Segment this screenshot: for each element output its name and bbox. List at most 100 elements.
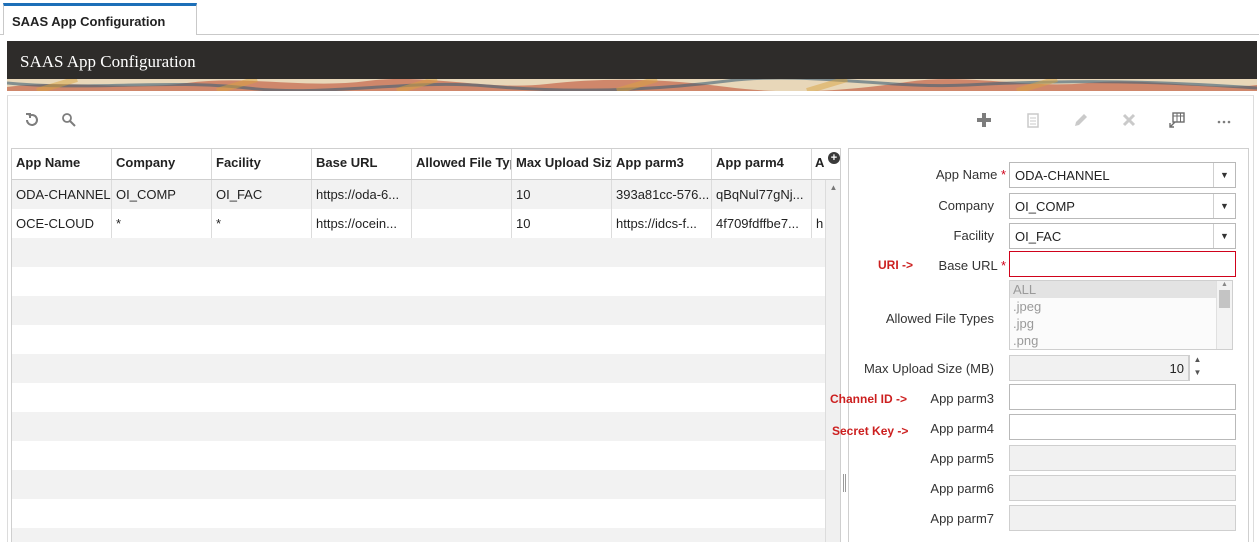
- app-parm3-input[interactable]: [1009, 384, 1236, 410]
- list-option[interactable]: .jpeg: [1010, 298, 1232, 315]
- required-marker: *: [1000, 167, 1006, 182]
- cell-allowed-file-types: [412, 180, 512, 209]
- empty-row: [12, 412, 825, 441]
- app-parm7-input[interactable]: [1009, 505, 1236, 531]
- empty-row: [12, 499, 825, 528]
- empty-row: [12, 267, 825, 296]
- add-column-icon[interactable]: +: [828, 152, 840, 164]
- cell-base-url: https://oda-6...: [312, 180, 412, 209]
- chevron-down-icon[interactable]: ▼: [1213, 194, 1235, 218]
- stepper-up-icon[interactable]: ▲: [1189, 355, 1205, 368]
- refresh-icon: [26, 113, 38, 126]
- stepper-down-icon[interactable]: ▼: [1189, 368, 1205, 381]
- chevron-down-icon[interactable]: ▼: [1213, 163, 1235, 187]
- facility-select[interactable]: OI_FAC ▼: [1009, 223, 1236, 249]
- tab-saas-app-configuration[interactable]: SAAS App Configuration: [3, 3, 197, 35]
- listbox-scrollbar[interactable]: ▲: [1216, 281, 1232, 349]
- secret-key-annotation: Secret Key ->: [832, 424, 909, 438]
- list-option[interactable]: .png: [1010, 332, 1232, 349]
- grid-vertical-scrollbar[interactable]: ▲: [825, 180, 840, 542]
- refresh-button[interactable]: [20, 108, 44, 132]
- cell-facility: *: [212, 209, 312, 238]
- cell-app-name: OCE-CLOUD: [12, 209, 112, 238]
- company-label: Company: [938, 198, 994, 213]
- allowed-file-types-listbox[interactable]: ALL .jpeg .jpg .png ▲: [1009, 280, 1233, 350]
- cell-app-parm4: 4f709fdffbe7...: [712, 209, 812, 238]
- cell-allowed-file-types: [412, 209, 512, 238]
- export-icon: [1169, 112, 1185, 128]
- base-url-label: Base URL *: [900, 258, 1006, 273]
- column-header-app-parm4[interactable]: App parm4: [712, 149, 812, 179]
- page-header-banner: SAAS App Configuration: [7, 41, 1257, 91]
- app-name-label: App Name *: [900, 167, 1006, 182]
- required-marker: *: [1000, 258, 1006, 273]
- app-parm6-label: App parm6: [930, 481, 994, 496]
- max-upload-size-label: Max Upload Size (MB): [863, 361, 994, 376]
- tab-strip: SAAS App Configuration: [0, 0, 1259, 35]
- base-url-label-text: Base URL: [938, 258, 998, 273]
- banner-decoration: [7, 79, 1257, 91]
- app-name-select[interactable]: ODA-CHANNEL ▼: [1009, 162, 1236, 188]
- cell-more: [812, 180, 825, 209]
- column-header-company[interactable]: Company: [112, 149, 212, 179]
- search-button[interactable]: [57, 108, 81, 132]
- copy-button[interactable]: [1021, 108, 1045, 132]
- cell-max-upload-size: 10: [512, 209, 612, 238]
- column-header-app-parm3[interactable]: App parm3: [612, 149, 712, 179]
- cell-app-parm4: qBqNul77gNj...: [712, 180, 812, 209]
- column-header-more[interactable]: A: [812, 149, 825, 179]
- scroll-thumb[interactable]: [1219, 290, 1230, 308]
- app-parm6-input[interactable]: [1009, 475, 1236, 501]
- more-options-button[interactable]: [1212, 108, 1236, 132]
- pane-splitter-handle[interactable]: [843, 474, 846, 492]
- cell-company: OI_COMP: [112, 180, 212, 209]
- chevron-down-icon[interactable]: ▼: [1213, 224, 1235, 248]
- empty-row: [12, 470, 825, 499]
- empty-row: [12, 238, 825, 267]
- more-icon: [1217, 120, 1231, 124]
- base-url-input[interactable]: [1009, 251, 1236, 277]
- max-upload-size-input[interactable]: 10: [1009, 355, 1189, 381]
- company-value: OI_COMP: [1015, 199, 1075, 214]
- data-grid: App Name Company Facility Base URL Allow…: [11, 148, 841, 542]
- company-select[interactable]: OI_COMP ▼: [1009, 193, 1236, 219]
- cell-more: h: [816, 216, 824, 231]
- table-row[interactable]: ODA-CHANNEL OI_COMP OI_FAC https://oda-6…: [12, 180, 825, 209]
- column-header-max-upload-size[interactable]: Max Upload Siz: [512, 149, 612, 179]
- app-parm5-label: App parm5: [930, 451, 994, 466]
- cell-app-parm3: 393a81cc-576...: [612, 180, 712, 209]
- cell-facility: OI_FAC: [212, 180, 312, 209]
- column-header-allowed-file-types[interactable]: Allowed File Typ: [412, 149, 512, 179]
- app-parm5-input[interactable]: [1009, 445, 1236, 471]
- list-option[interactable]: .jpg: [1010, 315, 1232, 332]
- cell-app-parm3: https://idcs-f...: [612, 209, 712, 238]
- app-parm4-label: App parm4: [930, 421, 994, 436]
- column-header-base-url[interactable]: Base URL: [312, 149, 412, 179]
- copy-icon: [1027, 113, 1039, 128]
- column-header-app-name[interactable]: App Name: [12, 149, 112, 179]
- app-parm4-input[interactable]: [1009, 414, 1236, 440]
- allowed-file-types-label: Allowed File Types: [885, 311, 994, 326]
- facility-value: OI_FAC: [1015, 229, 1062, 244]
- column-header-facility[interactable]: Facility: [212, 149, 312, 179]
- export-button[interactable]: [1165, 108, 1189, 132]
- app-name-label-text: App Name: [935, 167, 998, 182]
- add-button[interactable]: [972, 108, 996, 132]
- scroll-up-arrow-icon[interactable]: ▲: [1217, 281, 1232, 288]
- scroll-up-arrow-icon[interactable]: ▲: [826, 183, 840, 192]
- list-option[interactable]: ALL: [1010, 281, 1232, 298]
- empty-row: [12, 383, 825, 412]
- empty-row: [12, 296, 825, 325]
- app-parm7-label: App parm7: [930, 511, 994, 526]
- grid-header: App Name Company Facility Base URL Allow…: [12, 149, 840, 180]
- edit-button[interactable]: [1069, 108, 1093, 132]
- delete-button[interactable]: [1117, 108, 1141, 132]
- app-name-value: ODA-CHANNEL: [1015, 168, 1110, 183]
- search-icon: [62, 113, 76, 127]
- cell-company: *: [112, 209, 212, 238]
- empty-row: [12, 528, 825, 542]
- table-row[interactable]: OCE-CLOUD * * https://ocein... 10 https:…: [12, 209, 825, 238]
- add-icon: [977, 113, 991, 127]
- edit-icon: [1075, 114, 1087, 126]
- empty-row: [12, 325, 825, 354]
